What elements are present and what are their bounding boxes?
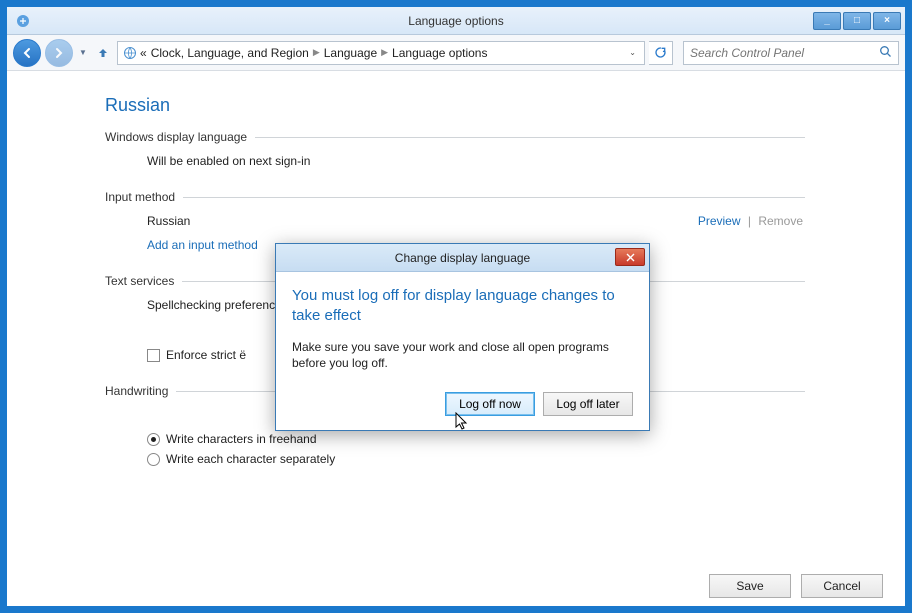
log-off-later-button[interactable]: Log off later	[543, 392, 633, 416]
forward-button[interactable]	[45, 39, 73, 67]
remove-link: Remove	[758, 214, 803, 228]
save-button[interactable]: Save	[709, 574, 791, 598]
change-display-language-dialog: Change display language You must log off…	[275, 243, 650, 431]
window-controls: _ □ ×	[813, 12, 905, 30]
strict-e-checkbox[interactable]	[147, 349, 160, 362]
breadcrumb-prefix: «	[140, 46, 147, 60]
history-dropdown-icon[interactable]: ▼	[77, 47, 89, 59]
minimize-button[interactable]: _	[813, 12, 841, 30]
breadcrumb-seg-2[interactable]: Language	[324, 46, 377, 60]
app-icon	[15, 13, 31, 29]
log-off-now-button[interactable]: Log off now	[445, 392, 535, 416]
section-display-language: Windows display language	[105, 130, 805, 144]
dialog-titlebar: Change display language	[276, 244, 649, 272]
dialog-close-button[interactable]	[615, 248, 645, 266]
search-icon[interactable]	[879, 45, 892, 61]
add-input-method-link[interactable]: Add an input method	[147, 238, 258, 252]
radio-freehand-label: Write characters in freehand	[166, 432, 317, 446]
close-button[interactable]: ×	[873, 12, 901, 30]
breadcrumb-dropdown-icon[interactable]: ⌄	[629, 48, 636, 57]
dialog-heading: You must log off for display language ch…	[292, 286, 633, 327]
input-method-name: Russian	[147, 214, 190, 228]
radio-separate-label: Write each character separately	[166, 452, 335, 466]
navbar: ▼ « Clock, Language, and Region ▶ Langua…	[7, 35, 905, 71]
breadcrumb-seg-1[interactable]: Clock, Language, and Region	[151, 46, 309, 60]
chevron-right-icon: ▶	[381, 47, 388, 58]
radio-freehand[interactable]	[147, 433, 160, 446]
search-input[interactable]	[690, 46, 879, 60]
dialog-title: Change display language	[395, 251, 530, 265]
up-button[interactable]	[93, 43, 113, 63]
breadcrumb[interactable]: « Clock, Language, and Region ▶ Language…	[117, 41, 645, 65]
maximize-button[interactable]: □	[843, 12, 871, 30]
back-button[interactable]	[13, 39, 41, 67]
preview-link[interactable]: Preview	[698, 214, 741, 228]
breadcrumb-seg-3[interactable]: Language options	[392, 46, 487, 60]
titlebar: Language options _ □ ×	[7, 7, 905, 35]
strict-e-label: Enforce strict ë	[166, 348, 246, 362]
chevron-right-icon: ▶	[313, 47, 320, 58]
dialog-body-text: Make sure you save your work and close a…	[292, 339, 633, 373]
radio-separate[interactable]	[147, 453, 160, 466]
section-input-method: Input method	[105, 190, 805, 204]
cancel-button[interactable]: Cancel	[801, 574, 883, 598]
window-title: Language options	[408, 14, 503, 28]
page-title: Russian	[105, 95, 905, 116]
search-box[interactable]	[683, 41, 899, 65]
refresh-button[interactable]	[649, 41, 673, 65]
display-language-status: Will be enabled on next sign-in	[147, 154, 805, 168]
globe-icon	[122, 45, 138, 61]
